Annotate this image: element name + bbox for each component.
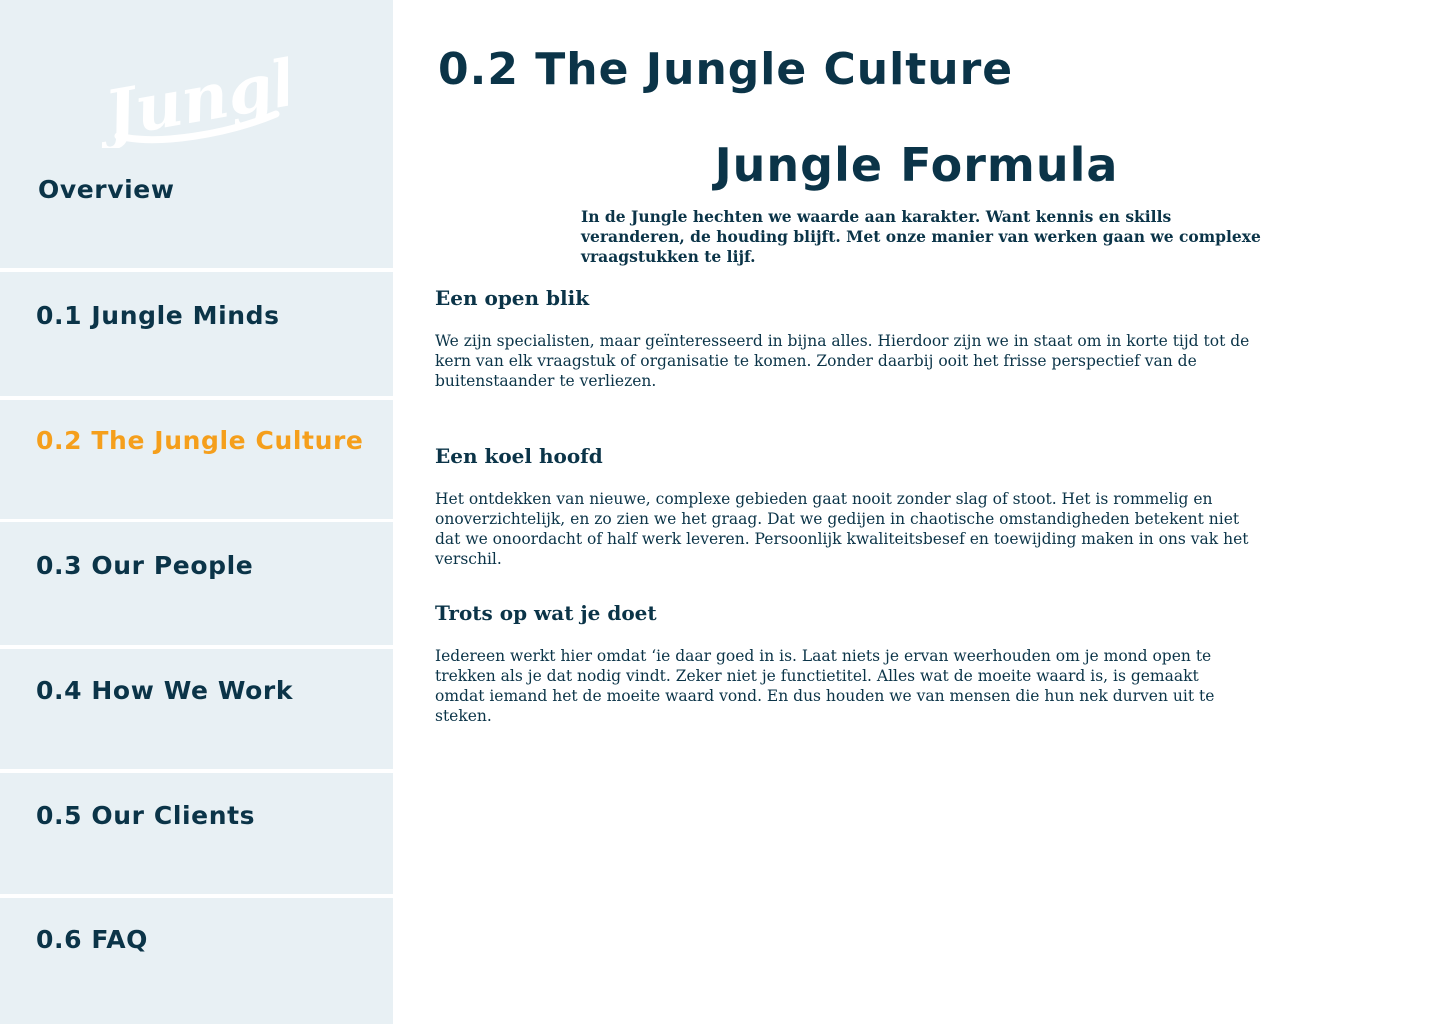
main-content: 0.2 The Jungle Culture Jungle Formula In… [393, 0, 1440, 1024]
sidebar-item-how-we-work[interactable]: 0.4 How We Work [0, 649, 393, 769]
section-heading: Trots op wat je doet [435, 601, 657, 625]
section-body: Iedereen werkt hier omdat ‘ie daar goed … [435, 647, 1215, 725]
intro-text: In de Jungle hechten we waarde aan karak… [581, 207, 1261, 266]
sidebar-item-our-clients[interactable]: 0.5 Our Clients [0, 773, 393, 894]
section-body: Het ontdekken van nieuwe, complexe gebie… [435, 490, 1249, 568]
logo-block: Jungle Overview [0, 0, 393, 268]
overview-label[interactable]: Overview [38, 175, 175, 204]
sidebar: Jungle Overview 0.1 Jungle Minds 0.2 The… [0, 0, 393, 1024]
sidebar-item-faq[interactable]: 0.6 FAQ [0, 898, 393, 1024]
section-heading: Een koel hoofd [435, 444, 603, 468]
logo-wordmark: Jungle [98, 38, 288, 148]
sidebar-item-jungle-minds[interactable]: 0.1 Jungle Minds [0, 272, 393, 396]
sidebar-item-our-people[interactable]: 0.3 Our People [0, 522, 393, 645]
sidebar-item-label: 0.2 The Jungle Culture [36, 426, 364, 455]
page-title: 0.2 The Jungle Culture [438, 44, 1014, 95]
section-body: We zijn specialisten, maar geïnteresseer… [435, 332, 1250, 390]
sidebar-item-label: 0.4 How We Work [36, 676, 294, 705]
sidebar-item-label: 0.1 Jungle Minds [36, 301, 280, 330]
jungle-logo[interactable]: Jungle [98, 36, 288, 148]
sidebar-item-label: 0.6 FAQ [36, 925, 149, 954]
section-heading: Een open blik [435, 286, 590, 310]
sidebar-item-label: 0.3 Our People [36, 551, 254, 580]
sidebar-item-label: 0.5 Our Clients [36, 801, 256, 830]
sidebar-item-jungle-culture[interactable]: 0.2 The Jungle Culture [0, 400, 393, 519]
formula-title: Jungle Formula [714, 138, 1119, 192]
